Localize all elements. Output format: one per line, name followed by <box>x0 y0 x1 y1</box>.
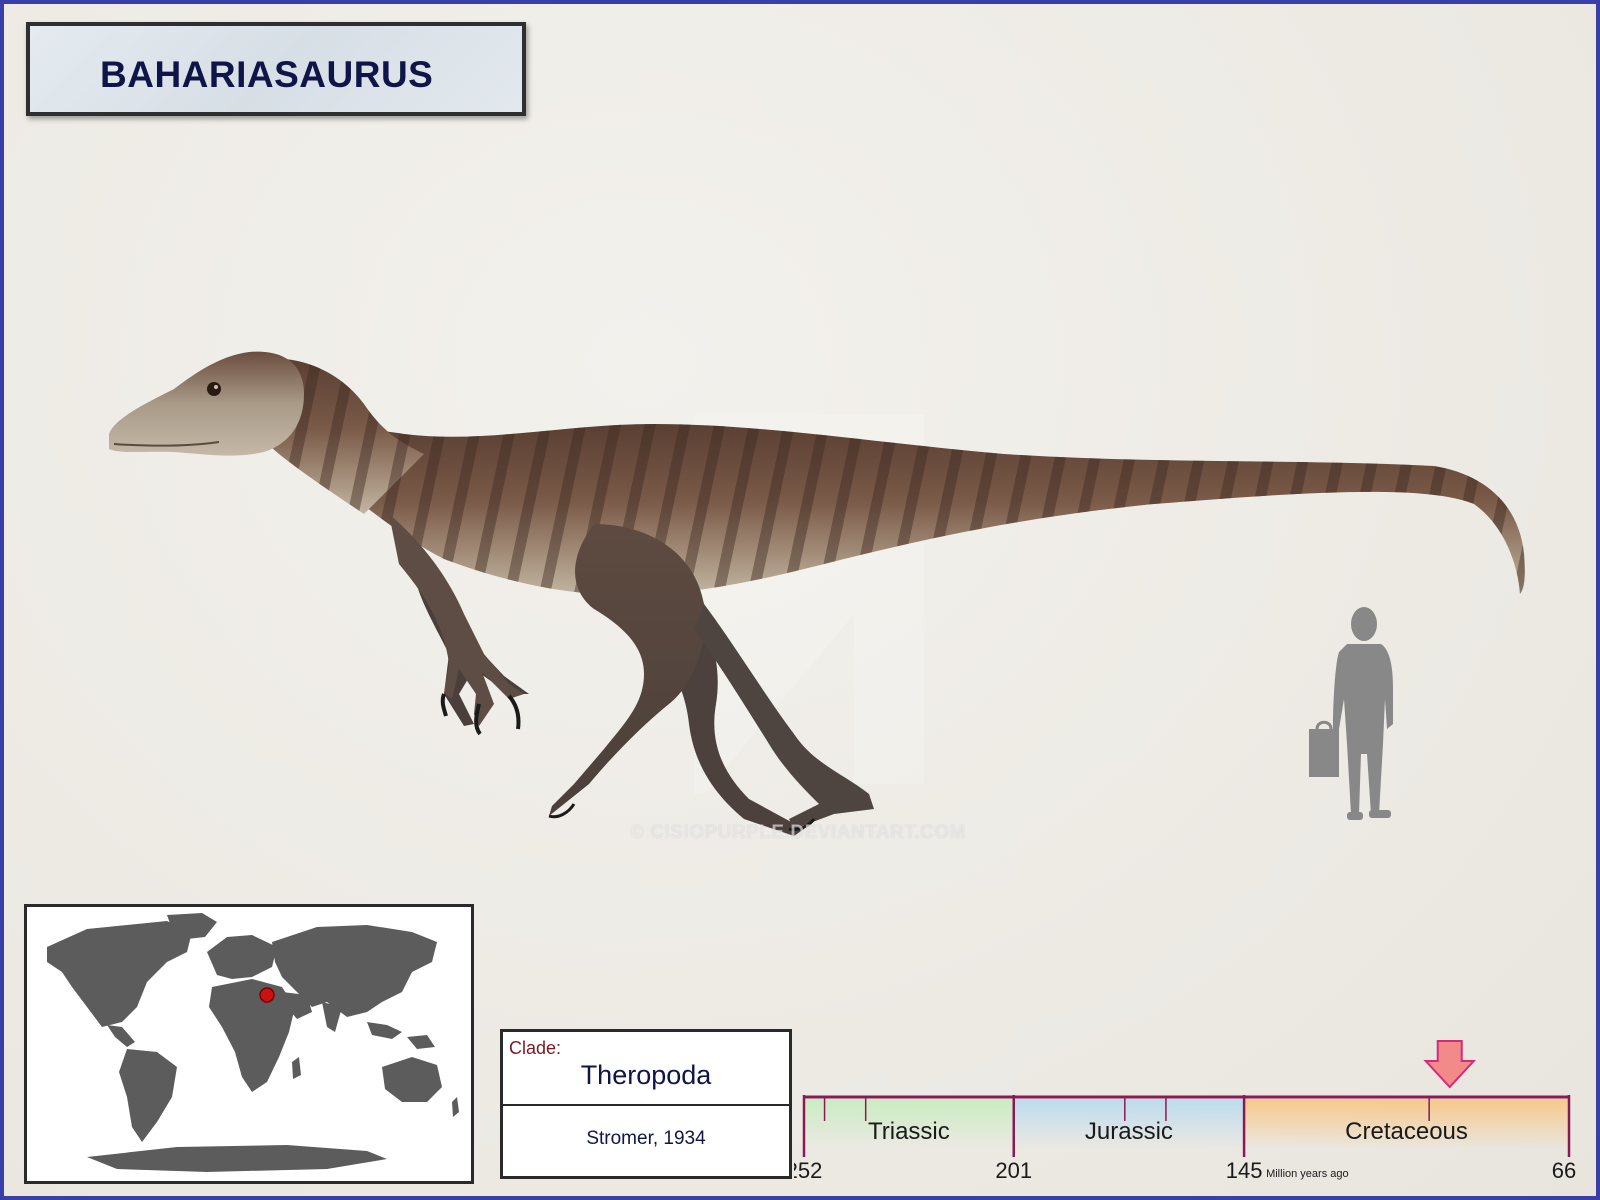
tick-label-252: 252 <box>794 1158 822 1183</box>
age-marker-arrow <box>1426 1041 1474 1087</box>
human-scale-silhouette <box>1309 604 1409 844</box>
timeline-unit-label: Million years ago <box>1266 1168 1349 1180</box>
location-marker <box>260 988 274 1002</box>
clade-label: Clade: <box>509 1038 561 1059</box>
tick-label-145: 145 <box>1226 1158 1263 1183</box>
world-map-panel <box>24 904 474 1184</box>
period-label-triassic: Triassic <box>868 1118 950 1145</box>
tick-label-201: 201 <box>995 1158 1032 1183</box>
clade-author: Stromer, 1934 <box>503 1128 789 1150</box>
period-label-cretaceous: Cretaceous <box>1345 1118 1468 1145</box>
clade-name: Theropoda <box>503 1060 789 1091</box>
tick-label-66: 66 <box>1552 1158 1576 1183</box>
infographic-page: BAHARIASAURUS <box>0 0 1600 1200</box>
dinosaur-eye <box>207 382 221 396</box>
geologic-timeline: Triassic Jurassic Cretaceous 252 201 145… <box>794 1039 1594 1189</box>
dinosaur-head <box>109 352 304 456</box>
clade-panel: Clade: Theropoda Stromer, 1934 <box>500 1029 792 1179</box>
watermark-text: © CISIOPURPLE.DEVIANTART.COM <box>630 822 966 844</box>
clade-divider <box>503 1104 789 1106</box>
period-label-jurassic: Jurassic <box>1085 1118 1173 1145</box>
world-map <box>27 907 471 1181</box>
